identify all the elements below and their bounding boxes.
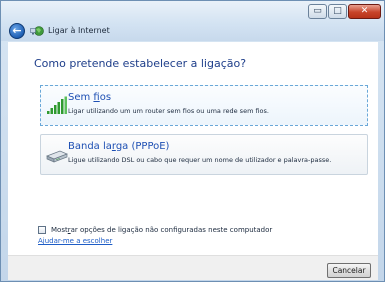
page-title: Como pretende estabelecer a ligação? <box>34 57 247 70</box>
footer-bar: Cancelar <box>8 255 378 280</box>
option-wireless-title: Sem fios <box>68 92 112 103</box>
option-broadband-description: Ligue utilizando DSL ou cabo que requer … <box>68 156 332 164</box>
wireless-signal-icon <box>47 96 67 114</box>
broadband-modem-icon <box>46 150 68 163</box>
option-wireless-description: Ligar utilizando um um router sem fios o… <box>68 107 269 115</box>
title-bar: ← Ligar à Internet ▭ □ ✕ <box>1 1 384 41</box>
wizard-content: Como pretende estabelecer a ligação? Sem… <box>8 42 378 255</box>
maximize-button[interactable]: □ <box>328 4 347 19</box>
show-unconfigured-label: Mostrar opções de ligação não configurad… <box>51 226 273 234</box>
option-broadband-pppoe[interactable]: Banda larga (PPPoE) Ligue utilizando DSL… <box>40 134 368 175</box>
show-unconfigured-checkbox[interactable] <box>38 226 46 234</box>
caption-buttons: ▭ □ ✕ <box>307 4 381 19</box>
option-wireless[interactable]: Sem fios Ligar utilizando um um router s… <box>40 85 368 126</box>
connect-to-internet-window: ← Ligar à Internet ▭ □ ✕ Como pretende e… <box>0 0 385 282</box>
cancel-button[interactable]: Cancelar <box>327 263 371 278</box>
network-globe-icon <box>30 26 44 36</box>
minimize-button[interactable]: ▭ <box>308 4 327 19</box>
window-title: Ligar à Internet <box>48 26 110 35</box>
option-broadband-title: Banda larga (PPPoE) <box>68 141 170 152</box>
back-arrow-icon[interactable]: ← <box>9 23 25 39</box>
help-me-choose-link[interactable]: Ajudar-me a escolher <box>38 237 112 245</box>
show-unconfigured-option[interactable]: Mostrar opções de ligação não configurad… <box>38 225 272 235</box>
close-button[interactable]: ✕ <box>348 4 381 19</box>
